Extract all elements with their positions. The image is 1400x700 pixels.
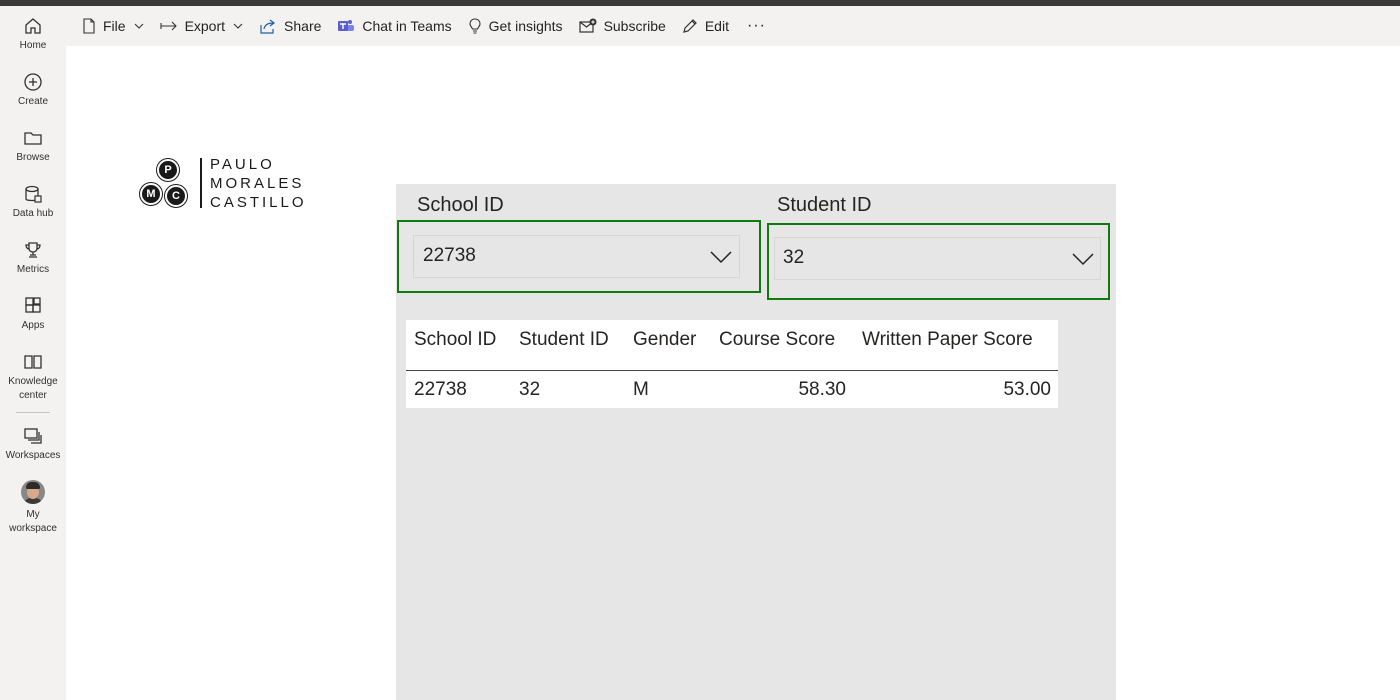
chevron-down-icon: [1072, 253, 1094, 266]
nav-divider: [16, 412, 50, 413]
header-divider: [406, 370, 1058, 371]
column-header-gender[interactable]: Gender: [633, 329, 696, 351]
nav-apps-label: Apps: [21, 320, 45, 331]
insights-label: Get insights: [488, 18, 563, 34]
column-header-course-score[interactable]: Course Score: [719, 329, 835, 351]
logo-circle-c: C: [165, 185, 187, 207]
nav-knowledge-label2: center: [19, 390, 47, 401]
teams-icon: [338, 20, 355, 31]
nav-knowledge-label: Knowledge: [8, 376, 58, 387]
table-cell-course-score: 58.30: [798, 379, 846, 400]
folder-icon: [24, 132, 42, 145]
logo-circle-p: P: [157, 159, 179, 181]
left-nav: Home Create Browse Data hub Metrics Apps…: [0, 6, 66, 700]
report-panel: School ID 22738 Student ID 32: [396, 184, 1116, 700]
column-header-school-id[interactable]: School ID: [414, 329, 496, 351]
student-id-slicer-title: Student ID: [777, 194, 872, 216]
nav-my-label: My: [26, 509, 40, 520]
table-cell-student-id: 32: [519, 379, 541, 400]
nav-knowledge-center[interactable]: Knowledge center: [0, 352, 66, 403]
student-id-slicer[interactable]: 32: [767, 223, 1110, 300]
table-cell-written-paper-score: 53.00: [1003, 379, 1051, 400]
share-label: Share: [284, 18, 322, 34]
subscribe-button[interactable]: Subscribe: [571, 10, 674, 42]
edit-label: Edit: [704, 18, 729, 34]
nav-create[interactable]: Create: [0, 72, 66, 109]
chevron-down-icon: [134, 23, 143, 29]
nav-metrics-label: Metrics: [16, 264, 50, 275]
chevron-down-icon: [710, 251, 732, 264]
get-insights-button[interactable]: Get insights: [460, 10, 571, 42]
chat-label: Chat in Teams: [362, 18, 452, 34]
nav-data-hub[interactable]: Data hub: [0, 184, 66, 221]
report-canvas: P M C PAULO MORALES CASTILLO School ID 2…: [66, 46, 1400, 700]
column-header-student-id[interactable]: Student ID: [519, 329, 609, 351]
table-cell-gender: M: [633, 379, 649, 400]
report-toolbar: File Export Share Chat in Teams Get insi…: [66, 6, 1400, 46]
school-id-selected-value: 22738: [423, 245, 476, 266]
nav-my-label2: workspace: [9, 523, 57, 534]
logo-text-line2: MORALES: [210, 175, 305, 192]
apps-icon: [25, 297, 41, 313]
trophy-icon: [25, 242, 41, 258]
edit-button[interactable]: Edit: [674, 10, 737, 42]
book-icon: [24, 355, 42, 369]
export-arrow-icon: [160, 21, 177, 31]
table-cell-school-id: 22738: [414, 379, 467, 400]
nav-apps[interactable]: Apps: [0, 296, 66, 333]
subscribe-label: Subscribe: [603, 18, 666, 34]
nav-my-workspace[interactable]: My workspace: [0, 480, 66, 536]
more-options-button[interactable]: ···: [737, 10, 776, 42]
avatar: [21, 480, 45, 504]
nav-workspaces[interactable]: Workspaces: [0, 426, 66, 463]
share-icon: [260, 19, 276, 34]
logo-divider: [200, 158, 202, 208]
file-label: File: [103, 18, 126, 34]
nav-home[interactable]: Home: [0, 16, 66, 53]
school-id-dropdown[interactable]: 22738: [413, 235, 740, 278]
export-label: Export: [184, 18, 226, 34]
nav-browse[interactable]: Browse: [0, 128, 66, 165]
nav-create-label: Create: [17, 96, 48, 107]
nav-workspaces-label: Workspaces: [5, 450, 61, 461]
nav-data-hub-label: Data hub: [12, 208, 54, 219]
logo-circle-m: M: [140, 183, 162, 205]
column-header-written-paper-score[interactable]: Written Paper Score: [862, 329, 1033, 351]
share-button[interactable]: Share: [251, 10, 329, 42]
logo-text-line1: PAULO: [210, 156, 275, 173]
school-id-slicer-title: School ID: [417, 194, 504, 216]
chevron-down-icon: [233, 23, 243, 29]
student-scores-table: School ID Student ID Gender Course Score…: [406, 320, 1058, 408]
nav-browse-label: Browse: [16, 152, 50, 163]
export-menu-button[interactable]: Export: [152, 10, 251, 42]
lightbulb-icon: [469, 18, 481, 34]
document-icon: [83, 18, 95, 34]
school-id-slicer[interactable]: 22738: [397, 220, 761, 293]
student-id-selected-value: 32: [783, 247, 805, 268]
pencil-icon: [683, 19, 697, 33]
database-icon: [25, 185, 42, 203]
nav-home-label: Home: [19, 40, 47, 51]
logo: P M C PAULO MORALES CASTILLO: [138, 156, 328, 212]
plus-circle-icon: [24, 73, 42, 91]
ellipsis-icon: ···: [746, 17, 766, 34]
chat-in-teams-button[interactable]: Chat in Teams: [329, 10, 459, 42]
workspaces-icon: [24, 428, 42, 444]
logo-text-line3: CASTILLO: [210, 194, 307, 211]
file-menu-button[interactable]: File: [74, 10, 152, 42]
nav-metrics[interactable]: Metrics: [0, 240, 66, 277]
home-icon: [25, 18, 41, 34]
subscribe-mail-icon: [578, 18, 597, 33]
student-id-dropdown[interactable]: 32: [774, 237, 1101, 280]
